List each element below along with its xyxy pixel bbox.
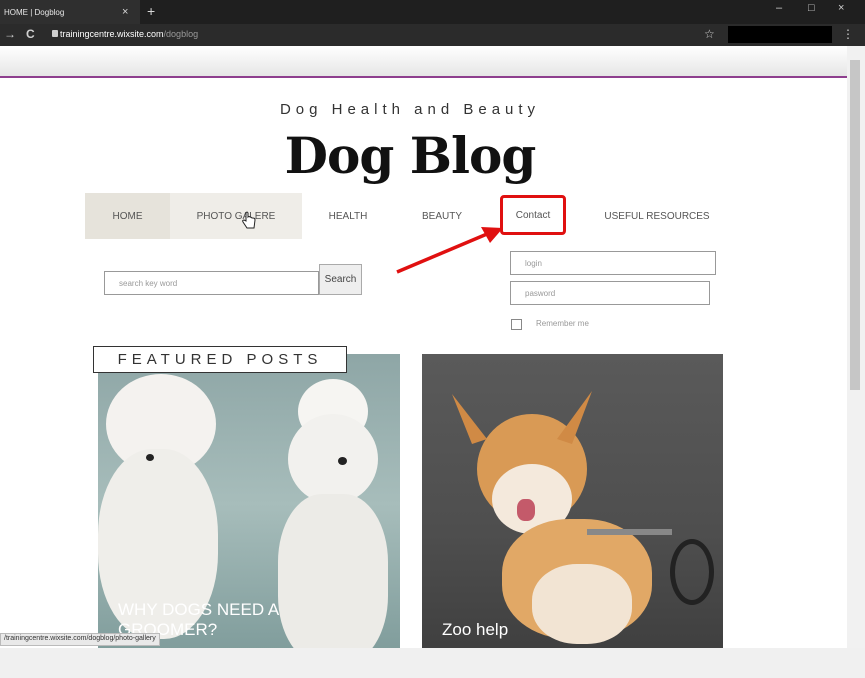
tab-title: HOME | Dogblog [4,7,65,17]
redacted-profile-area [728,26,832,43]
dog-image [146,454,154,461]
lock-icon [52,30,58,37]
url-field[interactable]: trainingcentre.wixsite.com/dogblog [60,29,198,39]
tab-close-icon[interactable]: × [122,5,128,19]
close-window-icon[interactable]: × [838,1,844,15]
scroll-thumb[interactable] [850,60,860,390]
dog-image [452,391,592,444]
login-input[interactable]: login [510,251,716,275]
nav-useful-resources[interactable]: USEFUL RESOURCES [577,193,737,239]
new-tab-icon[interactable]: + [147,3,155,19]
password-input[interactable]: pasword [510,281,710,305]
post-card-groomer[interactable]: WHY DOGS NEED A GROOMER? [98,354,400,648]
site-subtitle: Dog Health and Beauty [279,101,541,118]
nav-photo-label: PHOTO GALERE [196,210,276,222]
screen: HOME | Dogblog × + – □ × → C trainingcen… [0,0,865,678]
site-title: Dog Blog [284,126,537,185]
dog-image [517,499,535,521]
bookmark-star-icon[interactable]: ☆ [704,27,715,41]
reload-icon[interactable]: C [26,27,35,41]
remember-me-checkbox[interactable] [511,319,522,330]
dog-image [587,529,672,535]
red-arrow-annotation [396,227,503,274]
hand-cursor-icon [242,211,256,229]
post-card-zoo-help[interactable]: Zoo help [422,354,723,648]
maximize-icon[interactable]: □ [808,1,815,15]
search-button[interactable]: Search [319,264,362,295]
dog-image [670,539,714,605]
forward-icon[interactable]: → [4,27,16,41]
minimize-icon[interactable]: – [776,1,782,15]
post-caption: Zoo help [442,620,509,639]
search-input[interactable]: search key word [104,271,319,295]
nav-health[interactable]: HEALTH [302,193,394,239]
nav-photo-gallery[interactable]: PHOTO GALERE [170,193,302,239]
dog-image [338,457,347,465]
page-viewport: Dog Health and Beauty Dog Blog HOME PHOT… [0,46,847,648]
header-strip [0,46,847,78]
browser-tab-bar: HOME | Dogblog × + – □ × [0,0,865,24]
browser-menu-icon[interactable]: ⋮ [842,27,854,41]
featured-posts-label: FEATURED POSTS [93,346,347,373]
bottom-area [0,648,865,678]
browser-tab[interactable]: HOME | Dogblog × [0,0,140,24]
url-domain: trainingcentre.wixsite.com [60,29,164,39]
nav-home[interactable]: HOME [85,193,170,239]
url-path: /dogblog [163,29,199,39]
remember-me-label: Remember me [536,319,589,328]
dog-image [288,414,378,504]
status-url: /trainingcentre.wixsite.com/dogblog/phot… [0,633,160,646]
